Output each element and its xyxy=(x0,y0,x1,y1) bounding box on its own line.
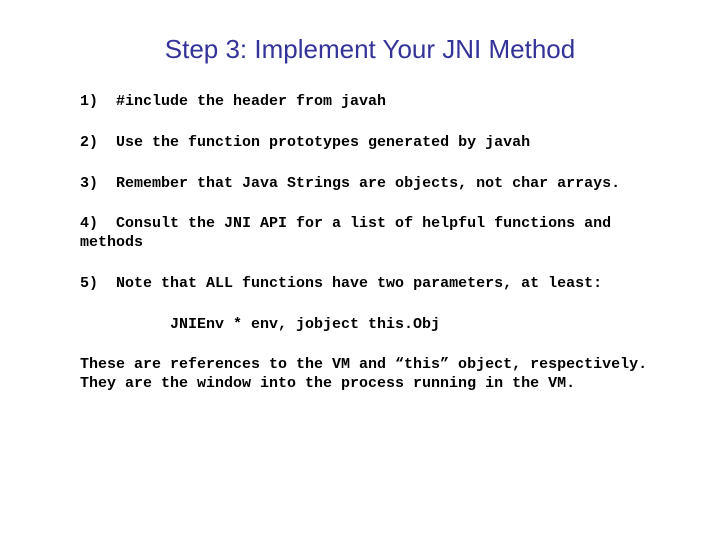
item-number: 4) xyxy=(80,215,98,232)
slide: Step 3: Implement Your JNI Method 1) #inc… xyxy=(0,0,720,540)
list-item: 5) Note that ALL functions have two param… xyxy=(80,275,660,294)
item-number: 1) xyxy=(80,93,98,110)
item-number: 3) xyxy=(80,175,98,192)
item-text: Note that ALL functions have two paramet… xyxy=(116,275,602,292)
item-text: Remember that Java Strings are objects, … xyxy=(116,175,620,192)
code-signature: JNIEnv * env, jobject this.Obj xyxy=(80,316,660,335)
footer-text: These are references to the VM and “this… xyxy=(80,356,660,394)
item-text: Use the function prototypes generated by… xyxy=(116,134,530,151)
item-text: #include the header from javah xyxy=(116,93,386,110)
item-number: 5) xyxy=(80,275,98,292)
item-text: Consult the JNI API for a list of helpfu… xyxy=(80,215,611,251)
list-item: 3) Remember that Java Strings are objects… xyxy=(80,175,660,194)
slide-title: Step 3: Implement Your JNI Method xyxy=(80,34,660,65)
list-item: 2) Use the function prototypes generated … xyxy=(80,134,660,153)
list-item: 1) #include the header from javah xyxy=(80,93,660,112)
item-number: 2) xyxy=(80,134,98,151)
list-item: 4)Consult the JNI API for a list of help… xyxy=(80,215,660,253)
